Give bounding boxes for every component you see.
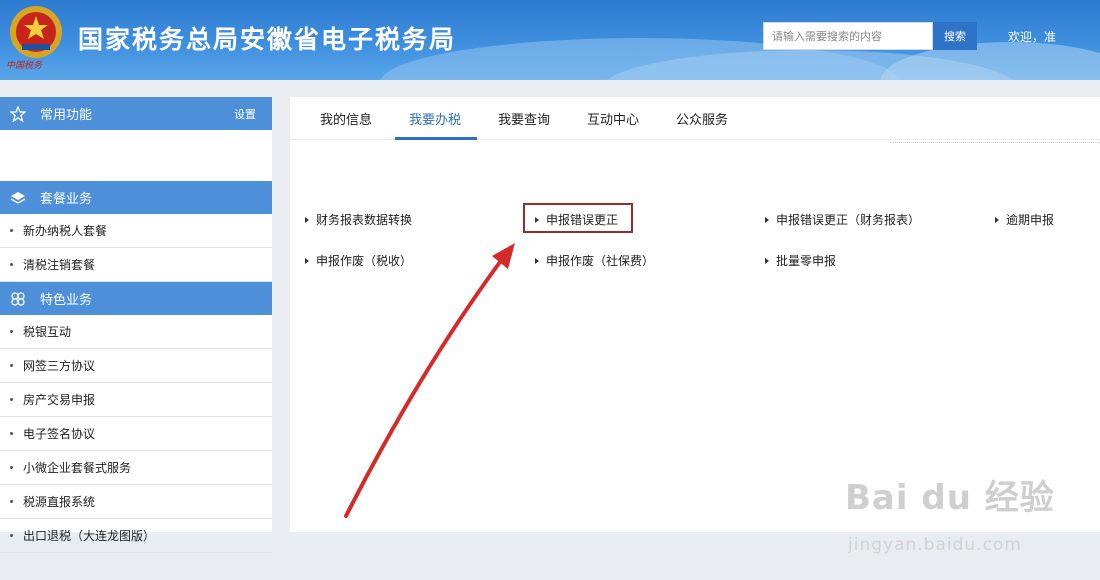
function-label: 申报错误更正（财务报表） [776,213,921,227]
caret-right-icon [305,257,309,264]
sidebar-section-special[interactable]: 特色业务 [0,282,272,315]
bullet-icon [10,263,13,266]
tab-public-service[interactable]: 公众服务 [676,109,728,128]
search-button[interactable]: 搜索 [933,22,977,50]
sidebar-item-label: 小微企业套餐式服务 [23,461,132,475]
sidebar-section-label: 特色业务 [40,293,93,308]
watermark-url: jingyan.baidu.com [848,535,1022,555]
function-link[interactable]: 财务报表数据转换 [305,211,412,228]
sidebar-item[interactable]: 房产交易申报 [0,383,272,417]
sidebar-item-label: 清税注销套餐 [23,258,96,272]
tab-interaction[interactable]: 互动中心 [587,109,639,128]
sidebar-item[interactable]: 税源直报系统 [0,485,272,519]
tab-bar: 我的信息 我要办税 我要查询 互动中心 公众服务 [290,97,1100,140]
highlight-box [523,203,633,233]
caret-right-icon [305,216,309,223]
site-header: 中国税务 国家税务总局安徽省电子税务局 搜索 欢迎，准 [0,0,1100,80]
bullet-icon [10,364,13,367]
sidebar-item[interactable]: 小微企业套餐式服务 [0,451,272,485]
star-icon [10,105,26,122]
layers-icon [10,190,26,206]
tab-tax-handling[interactable]: 我要办税 [409,109,461,128]
sidebar-section-label: 套餐业务 [40,192,93,207]
sidebar-item[interactable]: 税银互动 [0,315,272,349]
tax-emblem-icon [10,6,62,58]
clover-icon [10,291,26,307]
function-link[interactable]: 申报作废（税收） [305,252,412,269]
main-panel: 我的信息 我要办税 我要查询 互动中心 公众服务 [290,97,1100,532]
sidebar-section-package[interactable]: 套餐业务 [0,181,272,214]
sidebar-section-common[interactable]: 常用功能 设置 [0,97,272,130]
bullet-icon [10,398,13,401]
function-label: 逾期申报 [1006,213,1055,227]
sidebar-item-label: 税银互动 [23,325,72,339]
function-label: 申报作废（社保费） [546,254,655,268]
sidebar-item[interactable]: 网签三方协议 [0,349,272,383]
sidebar: 常用功能 设置 套餐业务 新办纳税人套餐 清税注销套餐 特色业务 税银互动 网签… [0,97,272,553]
sidebar-item[interactable]: 清税注销套餐 [0,248,272,282]
sidebar-section-label: 常用功能 [40,108,93,123]
site-title: 国家税务总局安徽省电子税务局 [78,25,457,54]
function-link[interactable]: 申报作废（社保费） [535,252,654,269]
function-label: 申报作废（税收） [316,254,413,268]
caret-right-icon [765,257,769,264]
caret-right-icon [995,216,999,223]
emblem-caption: 中国税务 [6,61,43,71]
function-link[interactable]: 批量零申报 [765,252,836,269]
sidebar-item-label: 电子签名协议 [23,427,96,441]
bullet-icon [10,466,13,469]
caret-right-icon [535,257,539,264]
bullet-icon [10,534,13,537]
welcome-text: 欢迎，准 [1008,30,1057,44]
search-input[interactable] [763,22,933,50]
sidebar-item-label: 网签三方协议 [23,359,96,373]
bullet-icon [10,229,13,232]
settings-link[interactable]: 设置 [234,106,256,122]
function-link[interactable]: 申报错误更正（财务报表） [765,211,920,228]
sidebar-item-label: 新办纳税人套餐 [23,224,108,238]
bullet-icon [10,500,13,503]
bullet-icon [10,432,13,435]
active-tab-indicator [395,137,477,140]
sidebar-item-label: 房产交易申报 [23,393,96,407]
sidebar-item-label: 税源直报系统 [23,495,96,509]
sidebar-item[interactable]: 电子签名协议 [0,417,272,451]
function-link[interactable]: 逾期申报 [995,211,1054,228]
sidebar-item[interactable]: 出口退税（大连龙图版） [0,519,272,553]
tab-query[interactable]: 我要查询 [498,109,550,128]
function-label: 财务报表数据转换 [316,213,413,227]
divider [890,142,1100,143]
watermark-logo: Bai du 经验 [845,478,1055,518]
function-label: 批量零申报 [776,254,837,268]
sidebar-item[interactable]: 新办纳税人套餐 [0,214,272,248]
bullet-icon [10,330,13,333]
tab-my-info[interactable]: 我的信息 [320,109,372,128]
sidebar-item-label: 出口退税（大连龙图版） [23,529,156,543]
sidebar-common-content [0,130,272,181]
caret-right-icon [765,216,769,223]
